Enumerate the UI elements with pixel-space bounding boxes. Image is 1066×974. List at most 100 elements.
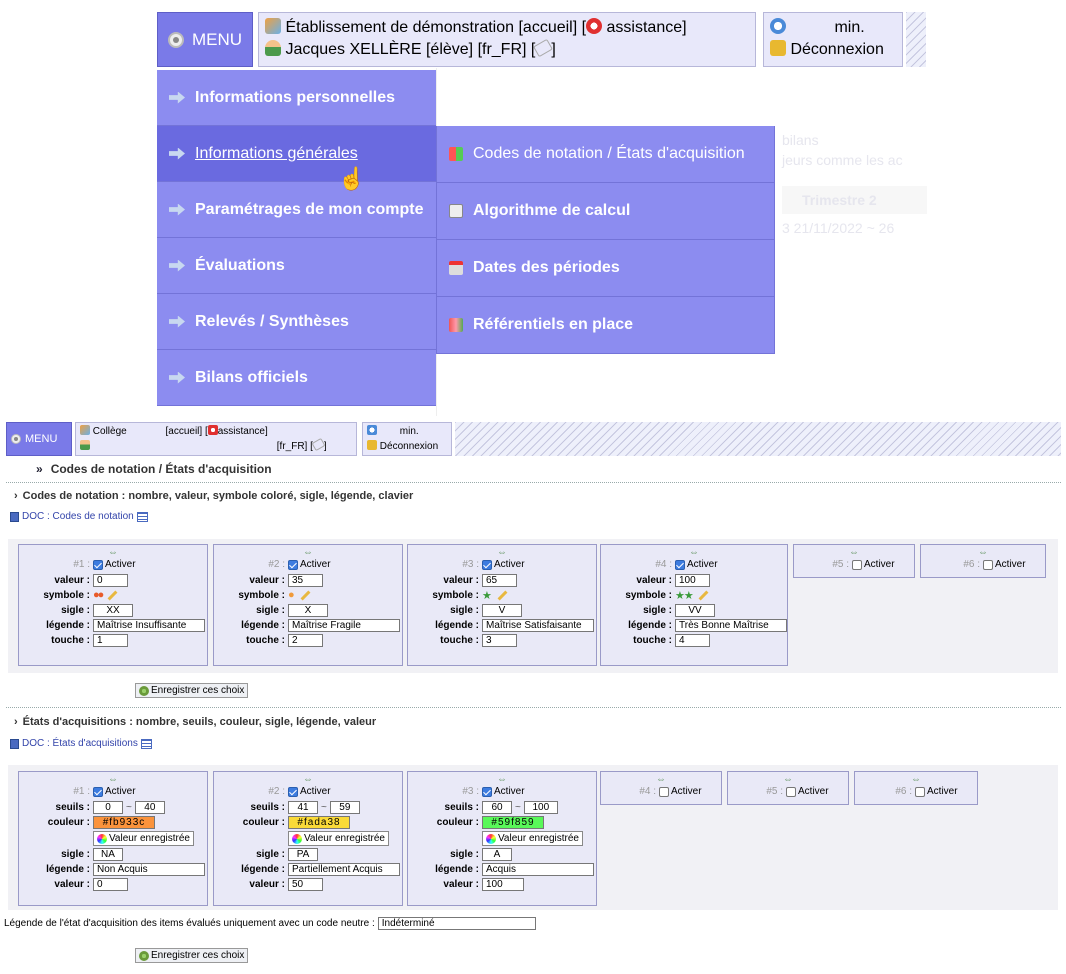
valeur-input[interactable]: 50: [288, 878, 323, 891]
sigle-input[interactable]: VV: [675, 604, 715, 617]
swap-arrows-icon[interactable]: ⇔: [214, 547, 402, 558]
touche-input[interactable]: 4: [675, 634, 710, 647]
save-etats-button[interactable]: Enregistrer ces choix: [135, 948, 249, 963]
arrow-icon: [169, 203, 185, 216]
table-icon[interactable]: [140, 738, 152, 749]
home-link[interactable]: [accueil] [: [165, 426, 207, 437]
activate-checkbox[interactable]: [482, 786, 492, 797]
doc-link-text[interactable]: DOC : Codes de notation: [22, 511, 134, 522]
neutral-legend-input[interactable]: Indéterminé: [377, 917, 536, 930]
seuil-max-input[interactable]: 100: [523, 801, 558, 814]
swap-arrows-icon[interactable]: ⇔: [214, 774, 402, 785]
swap-arrows-icon[interactable]: ⇔: [601, 774, 721, 785]
activate-checkbox[interactable]: [288, 786, 298, 797]
menu-item-evaluations[interactable]: Évaluations: [157, 238, 436, 294]
seuil-min-input[interactable]: 0: [93, 801, 123, 814]
activate-checkbox[interactable]: [786, 786, 796, 797]
valeur-input[interactable]: 100: [482, 878, 524, 891]
swap-arrows-icon[interactable]: ⇔: [921, 547, 1045, 558]
menu-item-infos-perso[interactable]: Informations personnelles: [157, 70, 436, 126]
swap-arrows-icon[interactable]: ⇔: [855, 774, 977, 785]
activate-checkbox[interactable]: [983, 559, 993, 570]
pencil-icon[interactable]: [698, 590, 709, 601]
menu-item-releves[interactable]: Relevés / Synthèses: [157, 294, 436, 350]
saved-value-button[interactable]: Valeur enregistrée: [482, 831, 583, 846]
touche-input[interactable]: 1: [93, 634, 128, 647]
swap-arrows-icon[interactable]: ⇔: [19, 547, 207, 558]
seuil-max-input[interactable]: 40: [134, 801, 165, 814]
legende-input[interactable]: Maîtrise Fragile: [288, 619, 400, 632]
activate-checkbox[interactable]: [852, 559, 862, 570]
seuil-min-input[interactable]: 41: [288, 801, 318, 814]
activate-checkbox[interactable]: [93, 559, 103, 570]
legende-input[interactable]: Partiellement Acquis: [288, 863, 400, 876]
assistance-link[interactable]: assistance]: [218, 426, 268, 437]
menu-item-label: Évaluations: [195, 256, 285, 274]
activate-checkbox[interactable]: [482, 559, 492, 570]
menu-item-parametrages[interactable]: Paramétrages de mon compte: [157, 182, 436, 238]
valeur-input[interactable]: 0: [93, 878, 128, 891]
sigle-input[interactable]: NA: [93, 848, 123, 861]
pencil-icon[interactable]: [300, 590, 311, 600]
valeur-input[interactable]: 100: [675, 574, 710, 587]
submenu-item-codes[interactable]: Codes de notation / États d'acquisition: [436, 126, 775, 183]
activate-checkbox[interactable]: [93, 786, 103, 797]
menu-item-bilans[interactable]: Bilans officiels: [157, 350, 436, 406]
couleur-input[interactable]: #fada38: [288, 816, 350, 829]
valeur-input[interactable]: 35: [288, 574, 323, 587]
sigle-input[interactable]: V: [482, 604, 522, 617]
doc-etats-link[interactable]: DOC : États d'acquisitions: [10, 738, 152, 749]
swap-arrows-icon[interactable]: ⇔: [408, 774, 596, 785]
seuil-max-input[interactable]: 59: [329, 801, 360, 814]
valeur-input[interactable]: 0: [93, 574, 128, 587]
menu-button[interactable]: MENU: [6, 422, 72, 456]
legende-label: légende :: [241, 620, 285, 631]
doc-codes-link[interactable]: DOC : Codes de notation: [10, 511, 148, 522]
legende-input[interactable]: Non Acquis: [93, 863, 205, 876]
legende-input[interactable]: Maîtrise Insuffisante: [93, 619, 205, 632]
saved-value-button[interactable]: Valeur enregistrée: [93, 831, 194, 846]
sigle-input[interactable]: A: [482, 848, 512, 861]
save-codes-button[interactable]: Enregistrer ces choix: [135, 683, 249, 698]
touche-input[interactable]: 2: [288, 634, 323, 647]
couleur-input[interactable]: #59f859: [482, 816, 544, 829]
swap-arrows-icon[interactable]: ⇔: [794, 547, 914, 558]
menu-item-infos-generales[interactable]: Informations générales: [157, 126, 436, 182]
touche-input[interactable]: 3: [482, 634, 517, 647]
activate-checkbox[interactable]: [915, 786, 925, 797]
swap-arrows-icon[interactable]: ⇔: [408, 547, 596, 558]
legende-input[interactable]: Très Bonne Maîtrise: [675, 619, 787, 632]
pencil-icon[interactable]: [497, 590, 508, 601]
seuil-min-input[interactable]: 60: [482, 801, 512, 814]
valeur-input[interactable]: 65: [482, 574, 517, 587]
lifebuoy-icon[interactable]: [586, 18, 603, 34]
sigle-input[interactable]: X: [288, 604, 328, 617]
activate-checkbox[interactable]: [659, 786, 669, 797]
sigle-input[interactable]: XX: [93, 604, 133, 617]
logout-link[interactable]: Déconnexion: [380, 441, 438, 452]
submenu-item-algorithme[interactable]: Algorithme de calcul: [436, 183, 775, 240]
saved-value-button[interactable]: Valeur enregistrée: [288, 831, 389, 846]
swap-arrows-icon[interactable]: ⇔: [601, 547, 787, 558]
table-icon[interactable]: [136, 511, 148, 522]
pencil-icon[interactable]: [107, 590, 118, 600]
session-info-zoom: Établissement de démonstration [accueil]…: [258, 12, 756, 67]
logout-link[interactable]: Déconnexion: [790, 41, 883, 58]
tilde-separator: ~: [515, 802, 521, 813]
legende-input[interactable]: Acquis: [482, 863, 594, 876]
submenu-item-referentiels[interactable]: Référentiels en place: [436, 297, 775, 354]
submenu-item-dates[interactable]: Dates des périodes: [436, 240, 775, 297]
doc-link-text[interactable]: DOC : États d'acquisitions: [22, 738, 138, 749]
legende-input[interactable]: Maîtrise Satisfaisante: [482, 619, 594, 632]
couleur-input[interactable]: #fb933c: [93, 816, 155, 829]
activate-checkbox[interactable]: [675, 559, 685, 570]
swap-arrows-icon[interactable]: ⇔: [728, 774, 848, 785]
assistance-link[interactable]: assistance]: [607, 19, 687, 36]
code-card-1: ⇔ #1 : Activer valeur :0 symbole : ●● sigl…: [18, 544, 208, 666]
menu-button-zoom[interactable]: MENU: [157, 12, 253, 67]
swap-arrows-icon[interactable]: ⇔: [19, 774, 207, 785]
sigle-input[interactable]: PA: [288, 848, 318, 861]
sigle-label: sigle :: [256, 849, 285, 860]
activate-checkbox[interactable]: [288, 559, 298, 570]
lifebuoy-icon[interactable]: [207, 425, 218, 435]
